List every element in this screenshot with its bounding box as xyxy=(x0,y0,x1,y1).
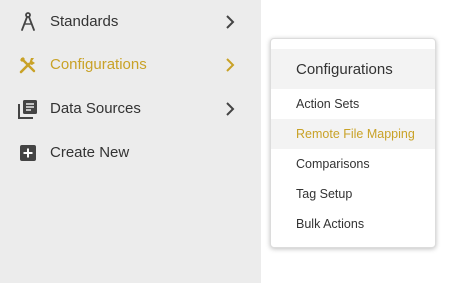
sidebar-item-label: Create New xyxy=(50,144,130,161)
plus-box-icon xyxy=(16,141,40,165)
sidebar-item-label: Configurations xyxy=(50,56,147,73)
sidebar-item-standards[interactable]: Standards xyxy=(0,0,261,44)
sidebar-item-configurations[interactable]: Configurations xyxy=(0,43,261,87)
sidebar-item-create-new[interactable]: Create New xyxy=(0,131,261,175)
menu-item-label: Comparisons xyxy=(296,157,370,171)
menu-item-label: Action Sets xyxy=(296,97,360,111)
menu-item-action-sets[interactable]: Action Sets xyxy=(271,89,435,119)
menu-item-comparisons[interactable]: Comparisons xyxy=(271,149,435,179)
flyout-header: Configurations xyxy=(271,49,435,89)
tools-icon xyxy=(16,53,40,77)
library-icon xyxy=(16,97,40,121)
sidebar-item-label: Data Sources xyxy=(50,100,141,117)
menu-item-label: Tag Setup xyxy=(296,187,353,201)
menu-item-label: Remote File Mapping xyxy=(296,127,415,141)
sidebar: Standards Configurations Data Sources Cr… xyxy=(0,0,261,283)
chevron-right-icon xyxy=(226,15,235,29)
sidebar-item-data-sources[interactable]: Data Sources xyxy=(0,87,261,131)
menu-item-bulk-actions[interactable]: Bulk Actions xyxy=(271,209,435,239)
menu-item-remote-file-mapping[interactable]: Remote File Mapping xyxy=(271,119,435,149)
configurations-flyout-menu: Configurations Action Sets Remote File M… xyxy=(270,38,436,248)
menu-item-tag-setup[interactable]: Tag Setup xyxy=(271,179,435,209)
compass-icon xyxy=(16,10,40,34)
sidebar-item-label: Standards xyxy=(50,13,119,30)
chevron-right-icon xyxy=(226,102,235,116)
flyout-title: Configurations xyxy=(296,61,393,78)
chevron-right-icon xyxy=(226,58,235,72)
menu-item-label: Bulk Actions xyxy=(296,217,365,231)
